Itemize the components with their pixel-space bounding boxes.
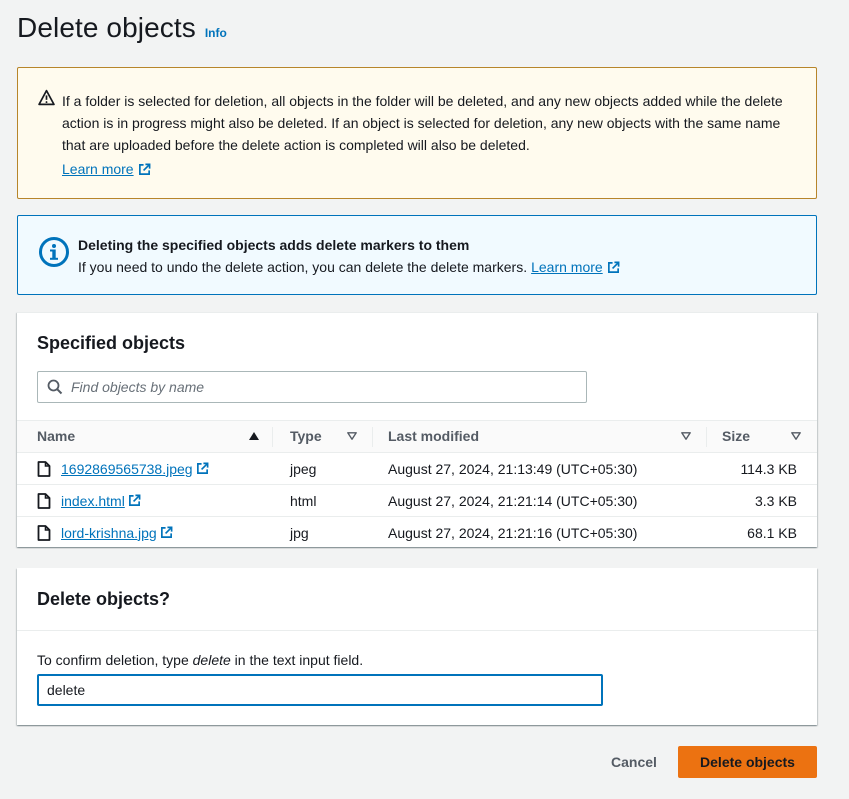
object-link[interactable]: index.html <box>61 493 141 509</box>
external-link-icon <box>196 462 209 474</box>
column-label-size: Size <box>722 428 751 444</box>
column-label-type: Type <box>290 428 322 444</box>
size-cell: 114.3 KB <box>740 460 797 477</box>
column-header-size[interactable]: Size <box>707 420 817 453</box>
confirm-delete-panel: Delete objects? To confirm deletion, typ… <box>17 568 817 725</box>
table-row: 1692869565738.jpeg jpeg August 27, 2024,… <box>17 453 817 485</box>
info-circle-icon <box>39 237 69 267</box>
object-link[interactable]: lord-krishna.jpg <box>61 525 173 541</box>
name-cell: index.html <box>17 485 273 517</box>
cancel-button[interactable]: Cancel <box>598 746 670 778</box>
type-cell: html <box>290 492 317 509</box>
warning-learn-more[interactable]: Learn more <box>62 161 151 177</box>
search-icon <box>47 379 63 395</box>
name-cell: 1692869565738.jpeg <box>17 453 273 485</box>
specified-objects-panel: Specified objects Name Type La <box>17 312 817 547</box>
info-link[interactable]: Info <box>205 26 227 40</box>
external-link-icon <box>607 261 620 273</box>
search-box[interactable] <box>37 371 587 403</box>
last-modified-cell: August 27, 2024, 21:21:14 (UTC+05:30) <box>388 492 638 509</box>
column-header-name[interactable]: Name <box>17 420 273 453</box>
table-header-row: Name Type Last modified Size <box>17 420 817 453</box>
object-link[interactable]: 1692869565738.jpeg <box>61 461 209 477</box>
page-header: Delete objects Info <box>17 12 227 44</box>
name-cell: lord-krishna.jpg <box>17 517 273 549</box>
table-row: index.html html August 27, 2024, 21:21:1… <box>17 485 817 517</box>
external-link-icon <box>160 526 173 539</box>
confirm-delete-input[interactable] <box>37 674 603 706</box>
last-modified-cell: August 27, 2024, 21:21:16 (UTC+05:30) <box>388 524 638 541</box>
column-header-last-modified[interactable]: Last modified <box>373 420 707 453</box>
confirm-instructions: To confirm deletion, type delete in the … <box>37 652 363 668</box>
info-alert: Deleting the specified objects adds dele… <box>17 215 817 295</box>
info-learn-more-link[interactable]: Learn more <box>531 259 603 275</box>
file-icon <box>37 492 51 509</box>
sort-icon[interactable] <box>791 432 801 440</box>
sort-ascending-icon[interactable] <box>249 432 259 440</box>
column-label-last-modified: Last modified <box>388 428 480 444</box>
delete-objects-button[interactable]: Delete objects <box>678 746 817 778</box>
column-header-type[interactable]: Type <box>273 420 373 453</box>
sort-icon[interactable] <box>681 432 691 440</box>
size-cell: 68.1 KB <box>747 524 797 541</box>
external-link-icon <box>128 494 141 506</box>
confirm-title: Delete objects? <box>37 589 171 609</box>
sort-icon[interactable] <box>347 432 357 440</box>
objects-table: Name Type Last modified Size 16928695657… <box>17 420 817 549</box>
search-input[interactable] <box>71 379 551 395</box>
warning-icon <box>38 89 55 106</box>
confirm-label-prefix: To confirm deletion, type <box>37 652 193 668</box>
size-cell: 3.3 KB <box>754 492 797 509</box>
column-label-name: Name <box>37 428 76 444</box>
info-alert-body: If you need to undo the delete action, y… <box>78 259 620 275</box>
external-link-icon <box>138 163 151 175</box>
object-name[interactable]: 1692869565738.jpeg <box>61 461 193 477</box>
last-modified-cell: August 27, 2024, 21:13:49 (UTC+05:30) <box>388 460 638 477</box>
type-cell: jpeg <box>290 460 317 477</box>
specified-objects-title: Specified objects <box>37 333 186 353</box>
page-title: Delete objects <box>17 12 196 43</box>
table-row: lord-krishna.jpg jpg August 27, 2024, 21… <box>17 517 817 549</box>
confirm-keyword: delete <box>192 652 231 668</box>
object-name[interactable]: lord-krishna.jpg <box>61 525 157 541</box>
type-cell: jpg <box>290 524 309 541</box>
confirm-label-suffix: in the text input field. <box>230 652 364 668</box>
object-name[interactable]: index.html <box>61 493 125 509</box>
info-alert-title: Deleting the specified objects adds dele… <box>78 237 470 253</box>
panel-divider <box>17 630 817 631</box>
warning-alert: If a folder is selected for deletion, al… <box>17 67 817 199</box>
file-icon <box>37 524 51 541</box>
warning-message: If a folder is selected for deletion, al… <box>62 93 783 153</box>
file-icon <box>37 460 51 477</box>
warning-learn-more-link[interactable]: Learn more <box>62 161 134 177</box>
info-alert-text: If you need to undo the delete action, y… <box>78 259 528 275</box>
